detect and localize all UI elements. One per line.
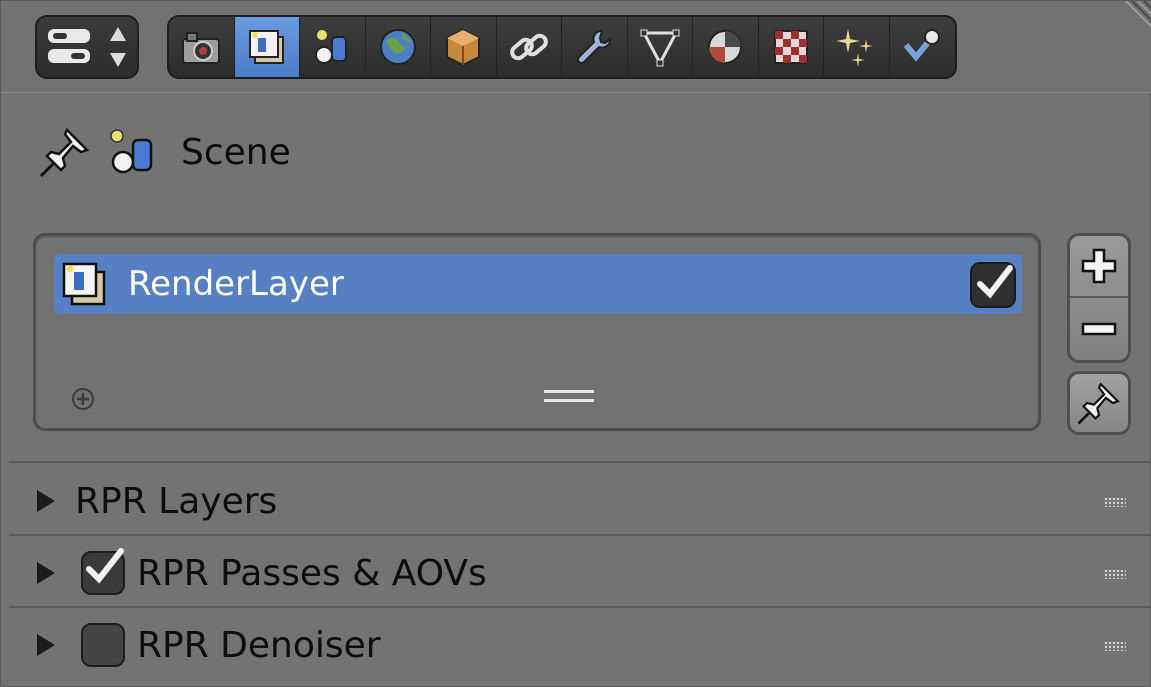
world-icon (379, 29, 416, 65)
up-down-arrows-icon (110, 27, 126, 67)
particles-icon (836, 29, 874, 67)
constraints-link-icon (509, 33, 548, 61)
tab-particles[interactable] (824, 17, 890, 77)
panel-rpr-passes-aovs[interactable]: RPR Passes & AOVs (9, 539, 1151, 607)
render-layer-enable-checkbox[interactable] (970, 262, 1016, 308)
panel-rpr-layers[interactable]: RPR Layers (9, 467, 1151, 535)
modifiers-wrench-icon (577, 30, 612, 65)
context-path: Scene (37, 117, 291, 187)
panel-title: RPR Layers (75, 480, 278, 522)
object-icon (446, 28, 481, 67)
denoiser-enable-checkbox[interactable] (81, 623, 125, 667)
pin-icon (1077, 382, 1120, 425)
checkmark-icon (86, 548, 124, 584)
scene-icon (110, 129, 153, 174)
panel-drag-handle-icon[interactable] (1104, 497, 1126, 507)
tab-scene[interactable] (300, 17, 366, 77)
plus-icon (1081, 248, 1117, 284)
add-layer-button[interactable] (1070, 236, 1128, 298)
tab-world[interactable] (366, 17, 431, 77)
render-camera-icon (182, 32, 221, 64)
editor-type-menu[interactable] (35, 15, 139, 79)
tab-texture[interactable] (759, 17, 824, 77)
checkmark-icon (977, 265, 1013, 299)
render-layers-icon (248, 30, 284, 64)
panel-drag-handle-icon[interactable] (1104, 641, 1126, 651)
list-resize-grip[interactable] (544, 390, 594, 408)
render-layers-list: RenderLayer (33, 233, 1041, 431)
physics-icon (903, 29, 941, 62)
collapse-arrow-icon (37, 562, 55, 584)
scene-name: Scene (181, 131, 291, 173)
tab-object[interactable] (431, 17, 497, 77)
passes-enable-checkbox[interactable] (81, 548, 125, 595)
material-icon (708, 30, 743, 64)
tab-data[interactable] (628, 17, 693, 77)
render-layer-name[interactable]: RenderLayer (128, 264, 344, 304)
tab-render[interactable] (169, 17, 235, 77)
pin-layer-button[interactable] (1067, 371, 1131, 435)
list-filter-options-icon[interactable] (70, 386, 96, 412)
panel-title: RPR Passes & AOVs (137, 552, 487, 594)
tab-modifiers[interactable] (562, 17, 628, 77)
data-mesh-icon (640, 29, 680, 67)
panel-divider (9, 534, 1151, 536)
panel-divider (9, 461, 1151, 463)
panel-rpr-denoiser[interactable]: RPR Denoiser (9, 611, 1151, 679)
properties-header (1, 1, 1151, 93)
panel-divider (9, 606, 1151, 608)
minus-icon (1081, 322, 1117, 336)
scene-icon (315, 30, 348, 64)
collapse-arrow-icon (37, 634, 55, 656)
tab-render-layers[interactable] (234, 17, 300, 77)
properties-editor: Scene RenderLayer RPR Layers RPR Passes … (0, 0, 1151, 687)
list-item[interactable]: RenderLayer (54, 254, 1022, 314)
remove-layer-button[interactable] (1070, 298, 1128, 360)
context-tabs (167, 15, 957, 79)
panel-drag-handle-icon[interactable] (1104, 569, 1126, 579)
area-split-grip-icon[interactable] (1116, 1, 1151, 37)
panel-title: RPR Denoiser (137, 624, 381, 666)
pin-icon[interactable] (37, 124, 93, 180)
tab-physics[interactable] (890, 17, 956, 77)
render-layers-icon (62, 262, 106, 306)
tab-constraints[interactable] (497, 17, 562, 77)
collapse-arrow-icon (37, 490, 55, 512)
tab-material[interactable] (693, 17, 759, 77)
texture-icon (773, 30, 808, 64)
properties-editor-icon (48, 29, 90, 63)
list-add-remove-buttons (1067, 233, 1131, 363)
